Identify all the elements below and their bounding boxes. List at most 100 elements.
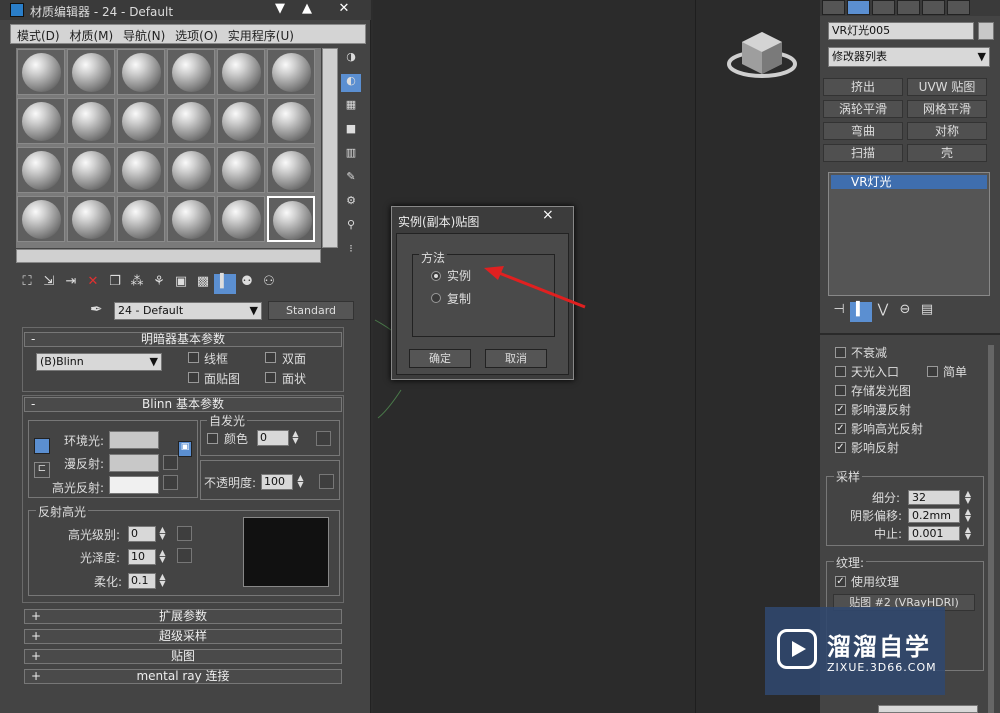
spinner-arrows-icon[interactable]: ▲ ▼	[963, 490, 973, 505]
supersampling-header[interactable]: + 超级采样	[24, 629, 342, 644]
viewcube-icon[interactable]	[727, 22, 797, 80]
sample-slot[interactable]	[117, 98, 165, 144]
get-material-icon[interactable]: ⛶	[16, 274, 38, 294]
meshsmooth-button[interactable]: 网格平滑	[907, 100, 987, 118]
material-map-navigator-icon[interactable]: ⁝	[341, 242, 361, 260]
slots-vertical-scrollbar[interactable]	[322, 48, 338, 248]
lock-ambient-diffuse-icon[interactable]	[34, 438, 50, 454]
make-preview-icon[interactable]: ✎	[341, 170, 361, 188]
subdivs-spinner[interactable]: 32	[908, 490, 960, 505]
sample-type-icon[interactable]: ◑	[341, 50, 361, 68]
close-icon[interactable]: ✕	[334, 0, 354, 20]
wire-checkbox[interactable]	[188, 352, 199, 363]
ambient-color-swatch[interactable]	[109, 431, 159, 449]
close-icon[interactable]: ×	[542, 207, 554, 223]
self-illum-spinner[interactable]: 0	[257, 430, 289, 446]
sample-slot[interactable]	[167, 196, 215, 242]
sample-slot[interactable]	[67, 49, 115, 95]
skylight-portal-checkbox[interactable]	[835, 366, 846, 377]
show-end-result-toggle-icon[interactable]: ▍	[850, 302, 872, 322]
opacity-map-button[interactable]	[319, 474, 334, 489]
modifier-list-dropdown[interactable]: 修改器列表 ▼	[828, 47, 990, 67]
configure-modifier-sets-icon[interactable]: ▤	[916, 302, 938, 322]
spec-level-spinner[interactable]: 0	[128, 526, 156, 542]
opacity-spinner[interactable]: 100	[261, 474, 293, 490]
sample-slot[interactable]	[167, 147, 215, 193]
put-to-scene-icon[interactable]: ⇲	[38, 274, 60, 294]
sample-slot[interactable]	[117, 147, 165, 193]
make-unique-icon[interactable]: ⁂	[126, 274, 148, 294]
symmetry-button[interactable]: 对称	[907, 122, 987, 140]
faceted-checkbox[interactable]	[265, 372, 276, 383]
extrude-button[interactable]: 挤出	[823, 78, 903, 96]
bend-button[interactable]: 弯曲	[823, 122, 903, 140]
material-id-icon[interactable]: ▣	[170, 274, 192, 294]
material-type-button[interactable]: Standard	[268, 301, 354, 320]
stack-item-vr-light[interactable]: VR灯光	[831, 175, 987, 189]
simple-checkbox[interactable]	[927, 366, 938, 377]
sample-slot[interactable]	[167, 49, 215, 95]
store-irradiance-checkbox[interactable]	[835, 385, 846, 396]
show-end-result-icon[interactable]: ▍	[214, 274, 236, 294]
go-forward-sibling-icon[interactable]: ⚇	[258, 274, 280, 294]
shell-button[interactable]: 壳	[907, 144, 987, 162]
sample-slot[interactable]	[267, 147, 315, 193]
object-color-swatch[interactable]	[978, 22, 994, 40]
specular-color-swatch[interactable]	[109, 476, 159, 494]
sample-slot[interactable]	[17, 49, 65, 95]
copy-radio[interactable]	[431, 293, 441, 303]
remove-modifier-icon[interactable]: ⊖	[894, 302, 916, 322]
command-panel-scrollbar[interactable]	[988, 345, 994, 713]
sample-slot[interactable]	[67, 196, 115, 242]
spinner-arrows-icon[interactable]: ▲ ▼	[158, 549, 167, 565]
shader-type-dropdown[interactable]: (B)Blinn ▼	[36, 353, 162, 371]
sample-slot[interactable]	[217, 98, 265, 144]
pin-stack-icon[interactable]: ⊣	[828, 302, 850, 322]
reset-map-icon[interactable]: ✕	[82, 274, 104, 294]
sample-slot[interactable]	[17, 98, 65, 144]
motion-tab-icon[interactable]	[897, 0, 920, 15]
sweep-button[interactable]: 扫描	[823, 144, 903, 162]
maximize-icon[interactable]: ▲	[297, 0, 317, 20]
glossiness-spinner[interactable]: 10	[128, 549, 156, 565]
display-tab-icon[interactable]	[922, 0, 945, 15]
spinner-arrows-icon[interactable]: ▲ ▼	[296, 474, 305, 490]
use-texture-checkbox[interactable]: ✓	[835, 576, 846, 587]
backlight-icon[interactable]: ◐	[341, 74, 361, 92]
put-to-library-icon[interactable]: ⚘	[148, 274, 170, 294]
blinn-rollout-header[interactable]: - Blinn 基本参数	[24, 397, 342, 412]
diffuse-map-button[interactable]	[163, 455, 178, 470]
sample-uv-tiling-icon[interactable]: ■	[341, 122, 361, 140]
uvw-map-button[interactable]: UVW 贴图	[907, 78, 987, 96]
spinner-arrows-icon[interactable]: ▲ ▼	[963, 526, 973, 541]
object-name-field[interactable]: VR灯光005	[828, 22, 974, 40]
sample-slot[interactable]	[267, 98, 315, 144]
cutoff-spinner[interactable]: 0.001	[908, 526, 960, 541]
lock-map-icon[interactable]: ▣	[178, 441, 192, 457]
sample-slot[interactable]	[217, 49, 265, 95]
spinner-arrows-icon[interactable]: ▲ ▼	[963, 508, 973, 523]
diffuse-color-swatch[interactable]	[109, 454, 159, 472]
lock-diffuse-specular-icon[interactable]: ⊏	[34, 462, 50, 478]
sample-slot[interactable]	[117, 196, 165, 242]
hierarchy-tab-icon[interactable]	[872, 0, 895, 15]
material-editor-titlebar[interactable]: 材质编辑器 - 24 - Default ▼ ▲ ✕	[0, 0, 371, 20]
no-decay-checkbox[interactable]	[835, 347, 846, 358]
mental-ray-header[interactable]: + mental ray 连接	[24, 669, 342, 684]
extended-params-header[interactable]: + 扩展参数	[24, 609, 342, 624]
ok-button[interactable]: 确定	[409, 349, 471, 368]
affect-reflections-checkbox[interactable]: ✓	[835, 442, 846, 453]
utilities-tab-icon[interactable]	[947, 0, 970, 15]
face-map-checkbox[interactable]	[188, 372, 199, 383]
affect-diffuse-checkbox[interactable]: ✓	[835, 404, 846, 415]
two-sided-checkbox[interactable]	[265, 352, 276, 363]
spinner-arrows-icon[interactable]: ▲ ▼	[291, 430, 300, 446]
instance-radio[interactable]	[431, 271, 441, 281]
sample-slot-selected[interactable]	[267, 196, 315, 242]
go-to-parent-icon[interactable]: ⚉	[236, 274, 258, 294]
sample-slot[interactable]	[17, 196, 65, 242]
sample-slot[interactable]	[67, 98, 115, 144]
self-illum-map-button[interactable]	[316, 431, 331, 446]
copy-material-icon[interactable]: ❐	[104, 274, 126, 294]
background-icon[interactable]: ▦	[341, 98, 361, 116]
